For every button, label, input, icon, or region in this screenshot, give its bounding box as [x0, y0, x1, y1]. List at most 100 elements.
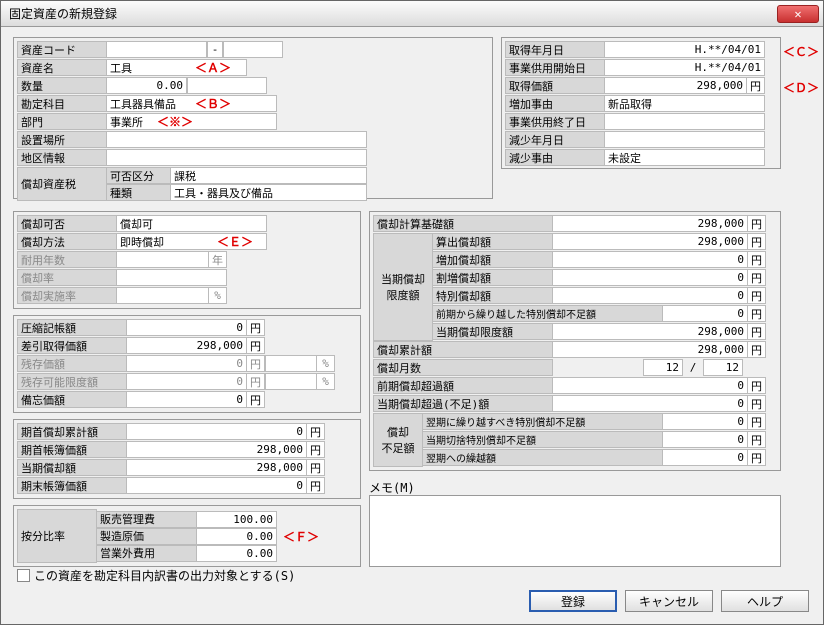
- alloc-r3-input[interactable]: 0.00: [197, 545, 277, 562]
- actual-input: [117, 287, 209, 304]
- limit-label: 残存可能限度額: [17, 373, 127, 390]
- alloc-r1-label: 販売管理費: [97, 511, 197, 528]
- dec-date-input[interactable]: [605, 131, 765, 148]
- nxt-sp-value: 0: [663, 413, 748, 430]
- comp-input[interactable]: 0: [127, 319, 247, 336]
- yen-unit: 円: [307, 459, 325, 476]
- dec-date-label: 減少年月日: [505, 131, 605, 148]
- limit-value: 0: [127, 373, 247, 390]
- dec-reason-input[interactable]: 未設定: [605, 149, 765, 166]
- account-input[interactable]: 工具器具備品: [107, 95, 277, 112]
- deprtax-label: 償却資産税: [17, 167, 107, 201]
- special-label: 特別償却額: [433, 287, 553, 304]
- resid-input: 0: [127, 355, 247, 372]
- rate-input: [117, 269, 227, 286]
- begin-acc-value: 0: [127, 423, 307, 440]
- close-button[interactable]: ✕: [777, 5, 819, 23]
- asset-code-1[interactable]: [107, 41, 207, 58]
- help-button[interactable]: ヘルプ: [721, 590, 809, 612]
- curr-depr-value: 298,000: [127, 459, 307, 476]
- inc-reason-input[interactable]: 新品取得: [605, 95, 765, 112]
- tag-f: ＜Ｆ＞: [283, 528, 319, 545]
- tax-type-label: 種類: [107, 184, 171, 201]
- scrap-input[interactable]: 0: [127, 391, 247, 408]
- carry-label: 前期から繰り越した特別償却不足額: [433, 305, 663, 322]
- carry-value: 0: [663, 305, 748, 322]
- tag-b: ＜Ｂ＞: [195, 95, 231, 112]
- tax-kubun-label: 可否区分: [107, 167, 171, 184]
- nxt-sp-label: 翌期に繰り越すべき特別償却不足額: [423, 413, 663, 430]
- curr-over-value: 0: [553, 395, 748, 412]
- yen-unit: 円: [747, 77, 765, 94]
- addl-value: 0: [553, 251, 748, 268]
- limit-value: 298,000: [553, 323, 748, 340]
- addl-label: 増加償却額: [433, 251, 553, 268]
- prev-over-label: 前期償却超過額: [373, 377, 553, 394]
- acq-price-input[interactable]: 298,000: [605, 77, 747, 94]
- qty-unit-input[interactable]: [187, 77, 267, 94]
- tax-type-input[interactable]: 工具・器具及び備品: [171, 184, 367, 201]
- area-input[interactable]: [107, 149, 367, 166]
- window-title: 固定資産の新規登録: [9, 5, 777, 22]
- actual-label: 償却実施率: [17, 287, 117, 304]
- acq-price-label: 取得価額: [505, 77, 605, 94]
- yen-unit: 円: [247, 391, 265, 408]
- output-target-checkbox[interactable]: [17, 569, 30, 582]
- use-start-input[interactable]: H.**/04/01: [605, 59, 765, 76]
- end-book-label: 期末帳簿価額: [17, 477, 127, 494]
- allow-label: 償却可否: [17, 215, 117, 232]
- asset-name-label: 資産名: [17, 59, 107, 76]
- method-label: 償却方法: [17, 233, 117, 250]
- asset-code-2[interactable]: [223, 41, 283, 58]
- actual-unit: %: [209, 287, 227, 304]
- curr-depr-label: 当期償却額: [17, 459, 127, 476]
- pct-unit: %: [317, 373, 335, 390]
- comp-label: 圧縮記帳額: [17, 319, 127, 336]
- accum-label: 償却累計額: [373, 341, 553, 358]
- memo-textarea[interactable]: [369, 495, 781, 567]
- extra-label: 割増償却額: [433, 269, 553, 286]
- group1-label: 当期償却 限度額: [373, 233, 433, 341]
- dept-label: 部門: [17, 113, 107, 130]
- life-input: [117, 251, 209, 268]
- yen-unit: 円: [247, 319, 265, 336]
- months-sep: /: [683, 361, 703, 374]
- account-label: 勘定科目: [17, 95, 107, 112]
- cancel-button[interactable]: キャンセル: [625, 590, 713, 612]
- life-unit: 年: [209, 251, 227, 268]
- months-a[interactable]: 12: [643, 359, 683, 376]
- allow-input[interactable]: 償却可: [117, 215, 267, 232]
- base-label: 償却計算基礎額: [373, 215, 553, 232]
- register-button[interactable]: 登録: [529, 590, 617, 612]
- scrap-label: 備忘価額: [17, 391, 127, 408]
- begin-book-label: 期首帳簿価額: [17, 441, 127, 458]
- inc-reason-label: 増加事由: [505, 95, 605, 112]
- alloc-r2-label: 製造原価: [97, 528, 197, 545]
- tag-d: ＜Ｄ＞: [783, 79, 819, 96]
- life-label: 耐用年数: [17, 251, 117, 268]
- yen: 円: [748, 215, 766, 232]
- dec-reason-label: 減少事由: [505, 149, 605, 166]
- calc-label: 算出償却額: [433, 233, 553, 250]
- acq-date-input[interactable]: H.**/04/01: [605, 41, 765, 58]
- alloc-r3-label: 営業外費用: [97, 545, 197, 562]
- rate-label: 償却率: [17, 269, 117, 286]
- location-input[interactable]: [107, 131, 367, 148]
- area-label: 地区情報: [17, 149, 107, 166]
- tax-kubun-input[interactable]: 課税: [171, 167, 367, 184]
- use-end-input[interactable]: [605, 113, 765, 130]
- tag-e: ＜Ｅ＞: [217, 233, 253, 250]
- diff-value: 298,000: [127, 337, 247, 354]
- months-label: 償却月数: [373, 359, 553, 376]
- yen-unit: 円: [307, 423, 325, 440]
- end-book-value: 0: [127, 477, 307, 494]
- months-b[interactable]: 12: [703, 359, 743, 376]
- use-end-label: 事業供用終了日: [505, 113, 605, 130]
- alloc-r1-input[interactable]: 100.00: [197, 511, 277, 528]
- asset-code-label: 資産コード: [17, 41, 107, 58]
- yen-unit: 円: [307, 477, 325, 494]
- qty-input[interactable]: 0.00: [107, 77, 187, 94]
- alloc-r2-input[interactable]: 0.00: [197, 528, 277, 545]
- yen-unit: 円: [247, 355, 265, 372]
- yen-unit: 円: [307, 441, 325, 458]
